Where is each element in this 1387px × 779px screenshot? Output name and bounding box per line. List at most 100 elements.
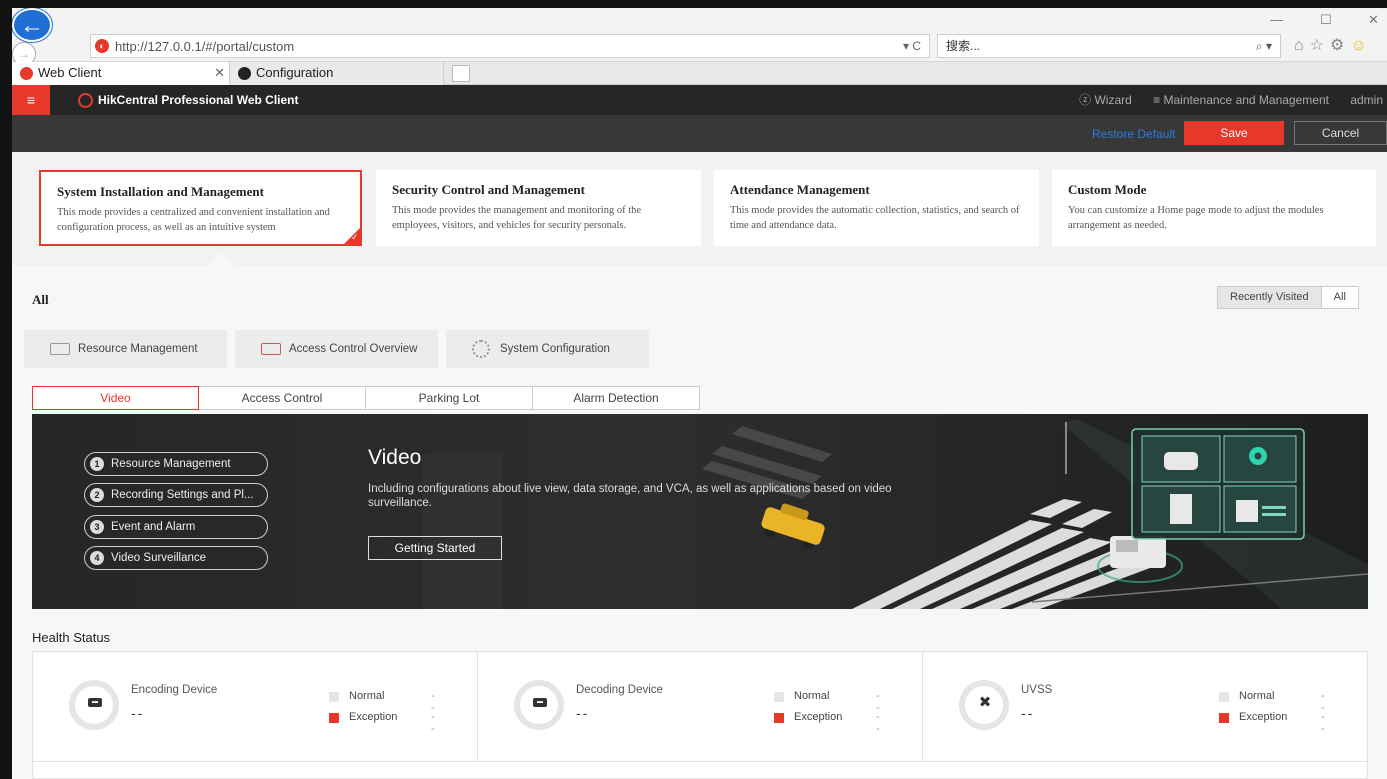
all-toggle[interactable]: All bbox=[1321, 287, 1358, 308]
status-ring: ✖ bbox=[959, 680, 1009, 730]
normal-swatch bbox=[1219, 692, 1229, 702]
server-icon bbox=[50, 343, 70, 355]
encoding-device-icon: ▬ bbox=[88, 698, 102, 707]
exception-value: -- bbox=[876, 711, 880, 735]
minimize-icon[interactable]: — bbox=[1270, 12, 1283, 27]
exception-value: -- bbox=[1321, 711, 1325, 735]
legend-exception: Exception -- bbox=[774, 711, 880, 735]
mode-title: Custom Mode bbox=[1068, 182, 1147, 197]
status-ring: ▬ bbox=[69, 680, 119, 730]
recently-visited-toggle[interactable]: Recently Visited bbox=[1218, 287, 1322, 308]
exception-label: Exception bbox=[1239, 711, 1288, 723]
shortcut-label: System Configuration bbox=[500, 343, 610, 355]
mode-pointer bbox=[207, 252, 235, 266]
cancel-button[interactable]: Cancel bbox=[1294, 121, 1387, 145]
mode-description: This mode provides the automatic collect… bbox=[730, 205, 1020, 231]
back-button[interactable]: ← bbox=[12, 8, 52, 42]
uvss-icon: ✖ bbox=[978, 694, 992, 711]
step-number: 2 bbox=[90, 488, 104, 502]
user-menu[interactable]: admin bbox=[1350, 93, 1383, 107]
hik-favicon-icon bbox=[20, 67, 33, 80]
banner-title: Video bbox=[368, 446, 422, 469]
close-tab-icon[interactable]: ✕ bbox=[214, 62, 225, 84]
header-links: ⓩ Wizard ≡ Maintenance and Management ad… bbox=[1061, 85, 1383, 115]
mode-description: You can customize a Home page mode to ad… bbox=[1068, 205, 1324, 231]
health-status-title: Health Status bbox=[32, 630, 111, 645]
feedback-smiley-icon[interactable]: ☺ bbox=[1350, 37, 1372, 54]
normal-label: Normal bbox=[349, 690, 385, 702]
legend-normal: Normal -- bbox=[1219, 690, 1325, 714]
wizard-link[interactable]: ⓩ Wizard bbox=[1079, 93, 1132, 107]
browser-search-input[interactable]: 搜索... ⌕ ▾ bbox=[937, 34, 1281, 58]
browser-toolbar-icons: ⌂☆⚙☺ bbox=[1294, 35, 1373, 55]
mode-card-attendance[interactable]: Attendance Management This mode provides… bbox=[714, 170, 1039, 246]
legend-normal: Normal -- bbox=[329, 690, 435, 714]
device-count: -- bbox=[1021, 705, 1035, 721]
exception-label: Exception bbox=[794, 711, 843, 723]
step-label: Video Surveillance bbox=[111, 552, 207, 564]
shortcut-system-configuration[interactable]: System Configuration bbox=[446, 330, 649, 368]
address-bar-area: — ☐ ✕ ← → ◐ http://127.0.0.1/#/portal/cu… bbox=[12, 8, 1387, 66]
mode-description: This mode provides the management and mo… bbox=[392, 205, 642, 231]
device-count: -- bbox=[576, 705, 590, 721]
getting-started-button[interactable]: Getting Started bbox=[368, 536, 502, 560]
tab-alarm-detection[interactable]: Alarm Detection bbox=[533, 386, 700, 410]
access-control-icon bbox=[261, 343, 281, 355]
brand: HikCentral Professional Web Client bbox=[78, 85, 299, 115]
shortcut-label: Resource Management bbox=[78, 343, 198, 355]
status-ring: ▬ bbox=[514, 680, 564, 730]
exception-label: Exception bbox=[349, 711, 398, 723]
tab-parking-lot[interactable]: Parking Lot bbox=[366, 386, 533, 410]
search-placeholder: 搜索... bbox=[946, 39, 981, 53]
new-tab-button[interactable] bbox=[452, 65, 470, 82]
step-number: 1 bbox=[90, 457, 104, 471]
tab-web-client[interactable]: Web Client ✕ bbox=[12, 62, 230, 85]
restore-default-link[interactable]: Restore Default bbox=[1092, 127, 1175, 141]
mode-detail-panel: All Recently Visited All Resource Manage… bbox=[12, 266, 1387, 779]
health-card-decoding-device[interactable]: ▬ Decoding Device -- Normal -- Exception -… bbox=[478, 652, 923, 762]
shortcut-resource-management[interactable]: Resource Management bbox=[24, 330, 227, 368]
maintenance-link[interactable]: ≡ Maintenance and Management bbox=[1153, 93, 1329, 107]
shortcut-access-control-overview[interactable]: Access Control Overview bbox=[235, 330, 438, 368]
step-recording-settings[interactable]: 2 Recording Settings and Pl... bbox=[84, 483, 268, 507]
normal-label: Normal bbox=[1239, 690, 1275, 702]
mode-title: Attendance Management bbox=[730, 182, 870, 197]
health-card-encoding-device[interactable]: ▬ Encoding Device -- Normal -- Exception -… bbox=[33, 652, 478, 762]
tab-configuration[interactable]: Configuration bbox=[230, 62, 444, 85]
wizard-label: Wizard bbox=[1094, 93, 1132, 107]
step-number: 4 bbox=[90, 551, 104, 565]
step-event-and-alarm[interactable]: 3 Event and Alarm bbox=[84, 515, 268, 539]
close-window-icon[interactable]: ✕ bbox=[1368, 12, 1379, 28]
step-video-surveillance[interactable]: 4 Video Surveillance bbox=[84, 546, 268, 570]
search-icon[interactable]: ⌕ ▾ bbox=[1256, 35, 1272, 57]
browser-window: — ☐ ✕ ← → ◐ http://127.0.0.1/#/portal/cu… bbox=[12, 8, 1387, 779]
step-label: Resource Management bbox=[111, 458, 231, 470]
url-field[interactable]: ◐ http://127.0.0.1/#/portal/custom ▾ C bbox=[90, 34, 930, 58]
mode-title: System Installation and Management bbox=[57, 184, 264, 199]
home-icon[interactable]: ⌂ bbox=[1294, 37, 1310, 54]
mode-card-system-installation[interactable]: System Installation and Management This … bbox=[39, 170, 362, 246]
tab-video[interactable]: Video bbox=[32, 386, 199, 410]
save-button[interactable]: Save bbox=[1184, 121, 1284, 145]
mode-card-custom[interactable]: Custom Mode You can customize a Home pag… bbox=[1052, 170, 1376, 246]
tab-access-control[interactable]: Access Control bbox=[199, 386, 366, 410]
maximize-icon[interactable]: ☐ bbox=[1320, 12, 1332, 28]
hamburger-menu-icon[interactable]: ≡ bbox=[12, 85, 50, 115]
gear-icon bbox=[472, 340, 490, 358]
section-title: All bbox=[32, 292, 49, 307]
normal-swatch bbox=[329, 692, 339, 702]
mode-card-security-control[interactable]: Security Control and Management This mod… bbox=[376, 170, 701, 246]
health-card-uvss[interactable]: ✖ UVSS -- Normal -- Exception -- bbox=[923, 652, 1368, 762]
step-label: Event and Alarm bbox=[111, 521, 196, 533]
shortcut-label: Access Control Overview bbox=[289, 343, 418, 355]
tab-label: Web Client bbox=[38, 65, 102, 80]
normal-label: Normal bbox=[794, 690, 830, 702]
app-toolbar: Restore Default Save Cancel bbox=[12, 115, 1387, 152]
step-label: Recording Settings and Pl... bbox=[111, 489, 254, 501]
step-resource-management[interactable]: 1 Resource Management bbox=[84, 452, 268, 476]
settings-gear-icon[interactable]: ⚙ bbox=[1330, 37, 1350, 54]
legend-exception: Exception -- bbox=[329, 711, 435, 735]
refresh-icon[interactable]: ▾ C bbox=[903, 39, 921, 53]
favorites-star-icon[interactable]: ☆ bbox=[1310, 37, 1330, 54]
exception-value: -- bbox=[431, 711, 435, 735]
